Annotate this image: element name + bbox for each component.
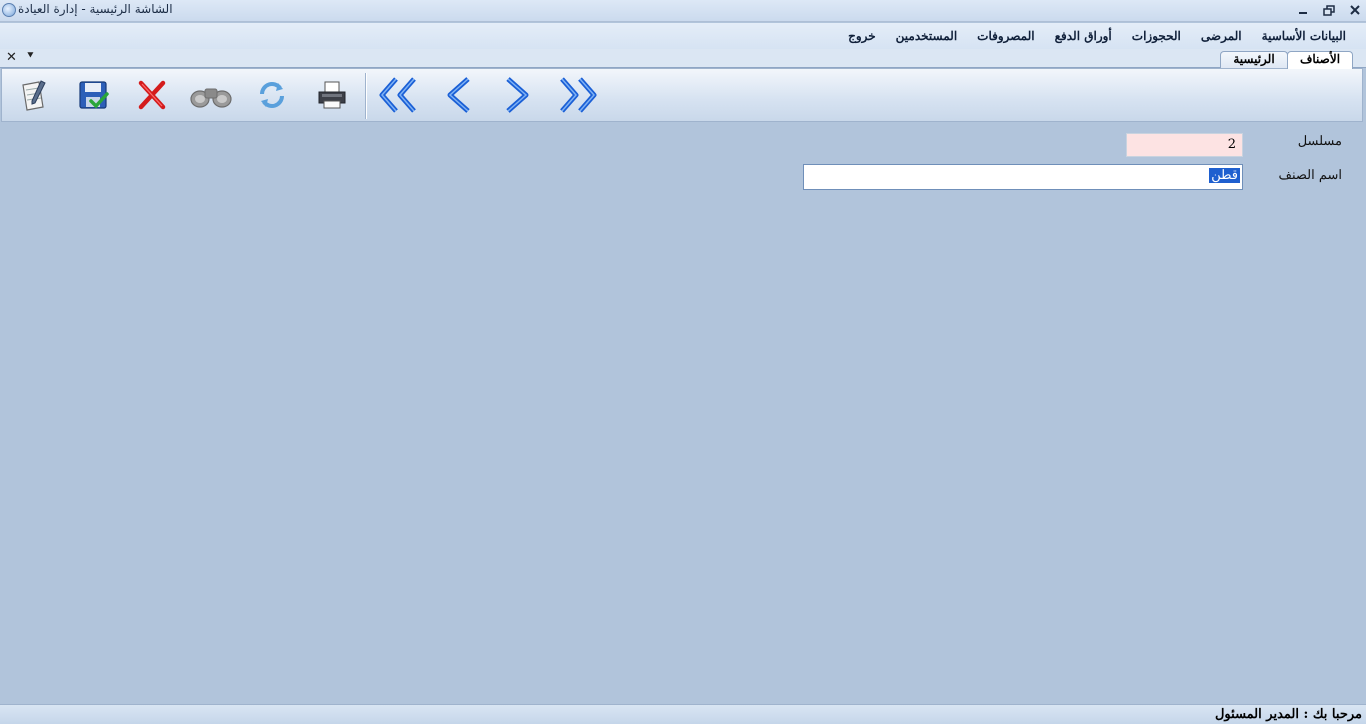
minimize-icon[interactable] (1292, 1, 1314, 19)
menu-bookings[interactable]: الحجوزات (1122, 29, 1191, 43)
item-name-value: قطن (1209, 168, 1240, 183)
save-button[interactable] (71, 75, 115, 115)
new-document-icon (22, 80, 46, 111)
menu-payment-papers[interactable]: أوراق الدفع (1045, 29, 1122, 43)
restore-icon[interactable] (1318, 1, 1340, 19)
menu-expenses[interactable]: المصروفات (967, 29, 1044, 43)
delete-icon (138, 80, 166, 110)
first-record-icon (379, 77, 416, 113)
tab-main[interactable]: الرئيسية (1220, 51, 1288, 68)
serial-field[interactable]: 2 (1126, 133, 1243, 157)
next-record-button[interactable] (496, 75, 540, 115)
close-icon[interactable] (1344, 1, 1366, 19)
welcome-status: مرحبا بك : المدير المسئول (1214, 707, 1362, 722)
item-name-label: اسم الصنف (1278, 168, 1342, 183)
menu-users[interactable]: المستخدمين (886, 29, 967, 43)
previous-record-icon (447, 77, 470, 113)
last-record-button[interactable] (556, 75, 600, 115)
new-button[interactable] (11, 75, 55, 115)
first-record-button[interactable] (376, 75, 420, 115)
toolbar (1, 68, 1363, 122)
next-record-icon (506, 77, 529, 113)
search-button[interactable] (189, 75, 233, 115)
item-name-input[interactable]: قطن (803, 164, 1243, 190)
binoculars-icon (190, 88, 232, 108)
save-icon (79, 81, 109, 109)
printer-icon (318, 81, 346, 109)
menu-bar: البيانات الأساسية المرضى الحجوزات أوراق … (0, 23, 1366, 49)
tab-strip: ✕ ⯆ الرئيسية الأصناف (0, 49, 1366, 69)
title-bar: الشاشة الرئيسية - إدارة العيادة (0, 0, 1366, 22)
toolbar-separator (365, 73, 367, 119)
serial-label: مسلسل (1297, 134, 1342, 149)
menu-exit[interactable]: خروج (838, 29, 886, 43)
print-button[interactable] (310, 75, 354, 115)
menu-patients[interactable]: المرضى (1191, 29, 1252, 43)
app-icon (2, 3, 16, 17)
refresh-icon (260, 82, 284, 108)
last-record-icon (560, 77, 597, 113)
delete-button[interactable] (130, 75, 174, 115)
refresh-button[interactable] (250, 75, 294, 115)
tab-close-icon[interactable]: ✕ (6, 50, 17, 65)
status-bar: مرحبا بك : المدير المسئول (0, 704, 1366, 724)
window-title: الشاشة الرئيسية - إدارة العيادة (18, 2, 173, 16)
tab-menu-icon[interactable]: ⯆ (26, 49, 35, 63)
tab-items[interactable]: الأصناف (1287, 51, 1353, 69)
previous-record-button[interactable] (436, 75, 480, 115)
menu-basic-data[interactable]: البيانات الأساسية (1252, 29, 1356, 43)
